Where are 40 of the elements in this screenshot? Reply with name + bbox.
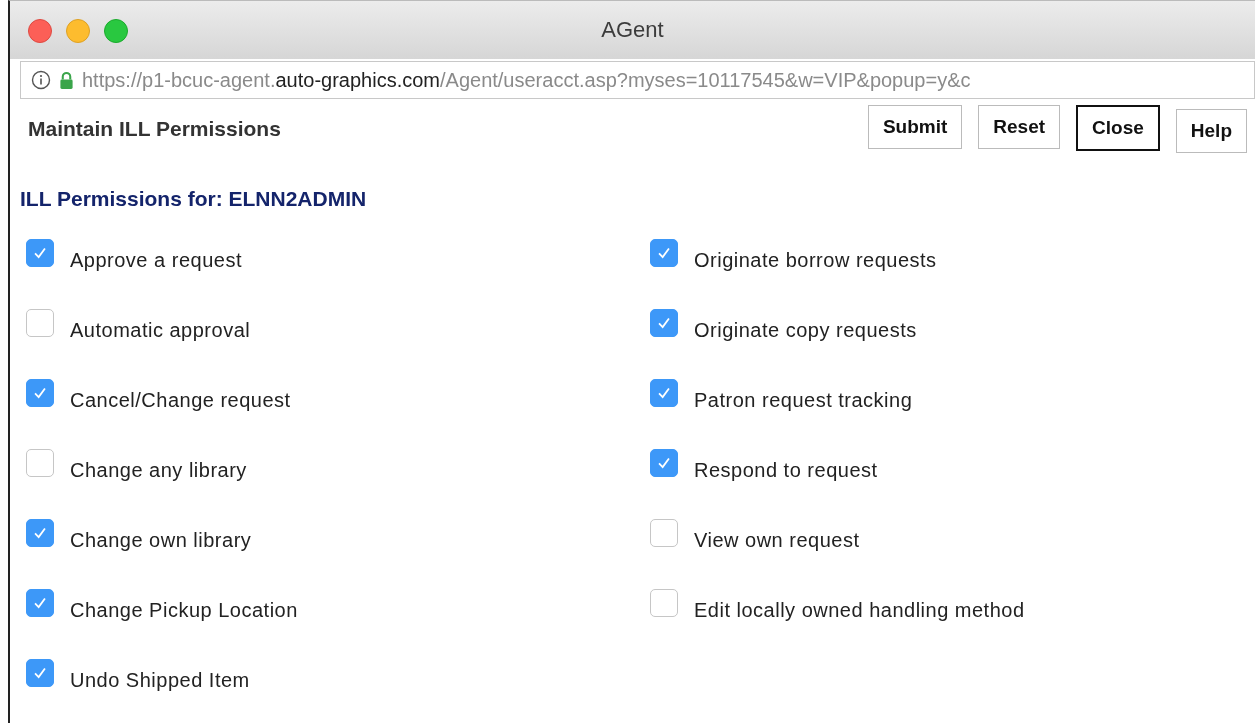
url-text: https://p1-bcuc-agent.auto-graphics.com/Agent/useracct.asp?myses=10117545&w=VIP&popup=y&c [82,68,971,92]
permission-label: Automatic approval [70,318,251,342]
permission-label: Change any library [70,458,247,482]
permission-label: Change Pickup Location [70,598,298,622]
section-heading: ILL Permissions for: ELNN2ADMIN [20,187,368,211]
info-icon[interactable] [31,70,51,90]
action-button[interactable]: Close [1076,105,1160,151]
checkbox[interactable] [26,519,54,547]
close-icon[interactable] [28,19,52,43]
address-bar[interactable]: https://p1-bcuc-agent.auto-graphics.com/Agent/useracct.asp?myses=10117545&w=VIP&popup=y&c [20,61,1255,99]
action-button[interactable]: Reset [978,105,1061,149]
checkbox[interactable] [26,589,54,617]
action-button[interactable]: Submit [867,105,963,149]
permission-label: Edit locally owned handling method [694,598,1025,622]
checkbox[interactable] [650,379,678,407]
checkbox[interactable] [650,519,678,547]
permission-label: Undo Shipped Item [70,668,250,692]
action-button[interactable]: Help [1175,109,1247,153]
permission-label: View own request [694,528,860,552]
page-title: Maintain ILL Permissions [28,117,281,141]
checkbox[interactable] [650,309,678,337]
lock-icon [59,70,74,90]
permission-label: Patron request tracking [694,388,913,412]
permission-label: Approve a request [70,248,242,272]
checkbox[interactable] [26,379,54,407]
permission-label: Respond to request [694,458,878,482]
permission-label: Originate copy requests [694,318,917,342]
checkbox[interactable] [26,309,54,337]
checkbox[interactable] [650,239,678,267]
maximize-icon[interactable] [104,19,128,43]
window-title: AGent [601,17,664,43]
checkbox[interactable] [26,449,54,477]
checkbox[interactable] [650,589,678,617]
checkbox[interactable] [26,659,54,687]
checkbox[interactable] [650,449,678,477]
permission-label: Cancel/Change request [70,388,291,412]
permission-label: Change own library [70,528,252,552]
permission-label: Originate borrow requests [694,248,937,272]
minimize-icon[interactable] [66,19,90,43]
checkbox[interactable] [26,239,54,267]
